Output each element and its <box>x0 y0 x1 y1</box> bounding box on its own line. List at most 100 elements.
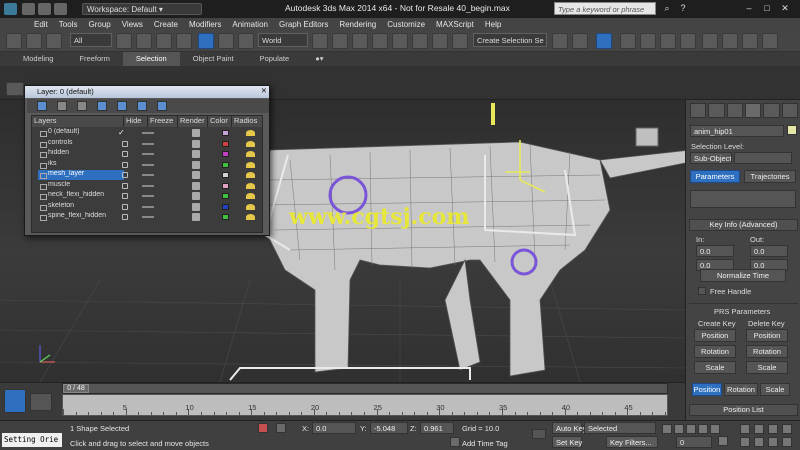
create-tab-icon[interactable] <box>690 103 707 118</box>
in-field-1[interactable]: 0.0 <box>696 245 734 257</box>
utilities-tab-icon[interactable] <box>781 103 798 118</box>
layer-name[interactable]: mesh_layer <box>38 170 124 180</box>
layer-row[interactable]: controls <box>32 139 262 149</box>
freeze-toggle[interactable] <box>142 153 154 155</box>
create-layer-icon[interactable] <box>77 101 87 111</box>
absolute-mode-icon[interactable] <box>276 423 286 433</box>
tab-freeform[interactable]: Freeform <box>66 52 122 66</box>
object-name-field[interactable]: anim_hip01 <box>690 125 784 137</box>
delete-scale-key-button[interactable]: Scale <box>746 361 788 374</box>
col-hide[interactable]: Hide <box>124 116 148 127</box>
y-coordinate-field[interactable]: -5.048 <box>370 422 408 434</box>
select-object-icon[interactable] <box>116 33 132 49</box>
radiosity-toggle-icon[interactable] <box>246 203 255 210</box>
layer-color-swatch[interactable] <box>222 203 229 210</box>
render-toggle-icon[interactable] <box>192 202 200 211</box>
layer-color-swatch[interactable] <box>222 161 229 168</box>
tab-object-paint[interactable]: Object Paint <box>180 52 247 66</box>
col-radios[interactable]: Radios <box>232 116 262 127</box>
x-coordinate-field[interactable]: 0.0 <box>312 422 356 434</box>
rotation-mode-button[interactable]: Rotation <box>724 383 758 396</box>
close-button[interactable]: ✕ <box>778 3 792 14</box>
layer-row[interactable]: neck_flexi_hidden <box>32 191 262 201</box>
orbit-icon[interactable] <box>768 437 778 447</box>
zoom-icon[interactable] <box>740 424 750 434</box>
tab-modeling[interactable]: Modeling <box>10 52 66 66</box>
col-render[interactable]: Render <box>178 116 208 127</box>
display-tab-icon[interactable] <box>763 103 780 118</box>
material-editor-icon[interactable] <box>680 33 696 49</box>
add-to-layer-icon[interactable] <box>37 101 47 111</box>
go-to-end-icon[interactable] <box>710 424 720 434</box>
layer-dialog-close-icon[interactable]: ✕ <box>261 86 267 95</box>
maximize-viewport-icon[interactable] <box>782 437 792 447</box>
object-color-swatch[interactable] <box>787 125 797 135</box>
radiosity-toggle-icon[interactable] <box>246 193 255 199</box>
current-layer-check-icon[interactable]: ✓ <box>118 128 125 137</box>
layer-name[interactable]: spine_flexi_hidden <box>38 212 124 222</box>
zoom-extents-all-icon[interactable] <box>782 424 792 434</box>
col-freeze[interactable]: Freeze <box>148 116 178 127</box>
z-coordinate-field[interactable]: 0.961 <box>420 422 454 434</box>
key-mode-dropdown[interactable]: Selected <box>584 422 656 434</box>
trajectories-button[interactable]: Trajectories <box>744 170 796 183</box>
app-logo-icon[interactable] <box>4 3 17 15</box>
lock-selection-icon[interactable] <box>258 423 268 433</box>
position-list-rollout[interactable]: Position List <box>689 404 798 416</box>
named-selection-dropdown[interactable]: Create Selection Se <box>473 33 547 47</box>
freeze-toggle[interactable] <box>142 195 154 197</box>
curve-editor-icon[interactable] <box>640 33 656 49</box>
link-icon[interactable] <box>26 33 42 49</box>
align-icon[interactable] <box>572 33 588 49</box>
create-position-key-button[interactable]: Position <box>694 329 736 342</box>
keyboard-shortcut-icon[interactable] <box>352 33 368 49</box>
mirror-icon[interactable] <box>552 33 568 49</box>
render-toggle-icon[interactable] <box>192 160 200 169</box>
render-toggle-icon[interactable] <box>192 171 200 179</box>
render-toggle-icon[interactable] <box>192 213 200 221</box>
menu-rendering[interactable]: Rendering <box>339 20 376 29</box>
menu-views[interactable]: Views <box>122 20 143 29</box>
percent-snap-icon[interactable] <box>412 33 428 49</box>
track-bar-toggle-icon[interactable] <box>30 393 52 411</box>
delete-position-key-button[interactable]: Position <box>746 329 788 342</box>
hide-toggle[interactable] <box>122 214 128 220</box>
position-mode-button[interactable]: Position <box>692 383 722 396</box>
freeze-toggle[interactable] <box>142 142 154 145</box>
radiosity-toggle-icon[interactable] <box>246 130 255 136</box>
minimize-button[interactable]: – <box>742 3 756 14</box>
render-iterative-icon[interactable] <box>762 33 778 49</box>
sub-object-dropdown[interactable] <box>734 152 792 164</box>
normalize-time-button[interactable]: Normalize Time <box>700 269 786 282</box>
layer-dialog-title[interactable]: Layer: 0 (default) ✕ <box>25 86 269 98</box>
rectangle-selection-icon[interactable] <box>156 33 172 49</box>
radiosity-toggle-icon[interactable] <box>246 140 255 147</box>
menu-animation[interactable]: Animation <box>232 20 268 29</box>
snaps-toggle-icon[interactable] <box>372 33 388 49</box>
render-setup-icon[interactable] <box>702 33 718 49</box>
layer-color-swatch[interactable] <box>222 182 229 189</box>
selection-filter-dropdown[interactable]: All <box>70 33 112 47</box>
menu-group[interactable]: Group <box>88 20 110 29</box>
select-and-scale-icon[interactable] <box>238 33 254 49</box>
key-navigation-bar[interactable] <box>690 190 796 208</box>
render-toggle-icon[interactable] <box>192 192 200 200</box>
add-time-tag[interactable]: Add Time Tag <box>462 439 508 448</box>
create-rotation-key-button[interactable]: Rotation <box>694 345 736 358</box>
pan-view-icon[interactable] <box>754 437 764 447</box>
key-info-advanced-rollout[interactable]: Key Info (Advanced) <box>689 219 798 231</box>
select-by-name-icon[interactable] <box>136 33 152 49</box>
graphite-toggle-icon[interactable] <box>620 33 636 49</box>
render-toggle-icon[interactable] <box>192 150 200 158</box>
menu-create[interactable]: Create <box>154 20 178 29</box>
key-filters-button[interactable]: Key Filters... <box>606 436 658 448</box>
hierarchy-tab-icon[interactable] <box>726 103 743 118</box>
radiosity-toggle-icon[interactable] <box>246 151 255 157</box>
undo-icon[interactable] <box>6 33 22 49</box>
render-production-icon[interactable] <box>742 33 758 49</box>
menu-graph-editors[interactable]: Graph Editors <box>279 20 328 29</box>
hide-toggle[interactable] <box>122 182 128 189</box>
select-and-rotate-icon[interactable] <box>218 33 234 49</box>
radiosity-toggle-icon[interactable] <box>246 214 255 220</box>
freeze-toggle[interactable] <box>142 205 154 208</box>
